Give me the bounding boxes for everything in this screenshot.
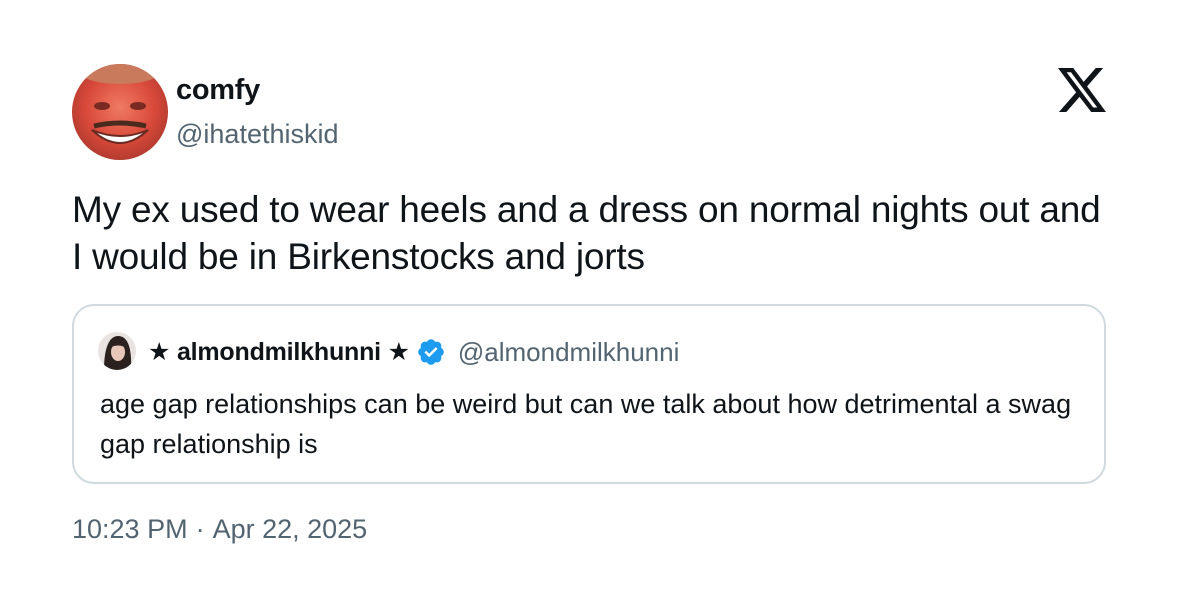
timestamp-time: 10:23 PM [72,514,188,544]
quoted-tweet-text: age gap relationships can be weird but c… [100,389,1072,459]
quoted-author-avatar[interactable] [98,332,136,370]
timestamp-separator: · [195,514,205,544]
author-avatar[interactable] [72,64,168,160]
tweet-card: comfy @ihatethiskid My ex used to wear h… [0,0,1180,614]
quoted-display-name[interactable]: ★ almondmilkhunni ★ [148,337,410,367]
verified-badge-icon [416,337,446,367]
tweet-timestamp[interactable]: 10:23 PM · Apr 22, 2025 [72,511,367,547]
tweet-text: My ex used to wear heels and a dress on … [72,189,1101,277]
quoted-handle[interactable]: @almondmilkhunni [458,337,680,368]
quoted-tweet[interactable]: ★ almondmilkhunni ★ @almondmilkhunni age… [72,304,1106,484]
x-logo-icon[interactable] [1058,68,1106,112]
quoted-header: ★ almondmilkhunni ★ @almondmilkhunni [148,334,679,370]
author-display-name[interactable]: comfy [176,72,260,108]
timestamp-date: Apr 22, 2025 [212,514,368,544]
author-handle[interactable]: @ihatethiskid [176,116,339,152]
